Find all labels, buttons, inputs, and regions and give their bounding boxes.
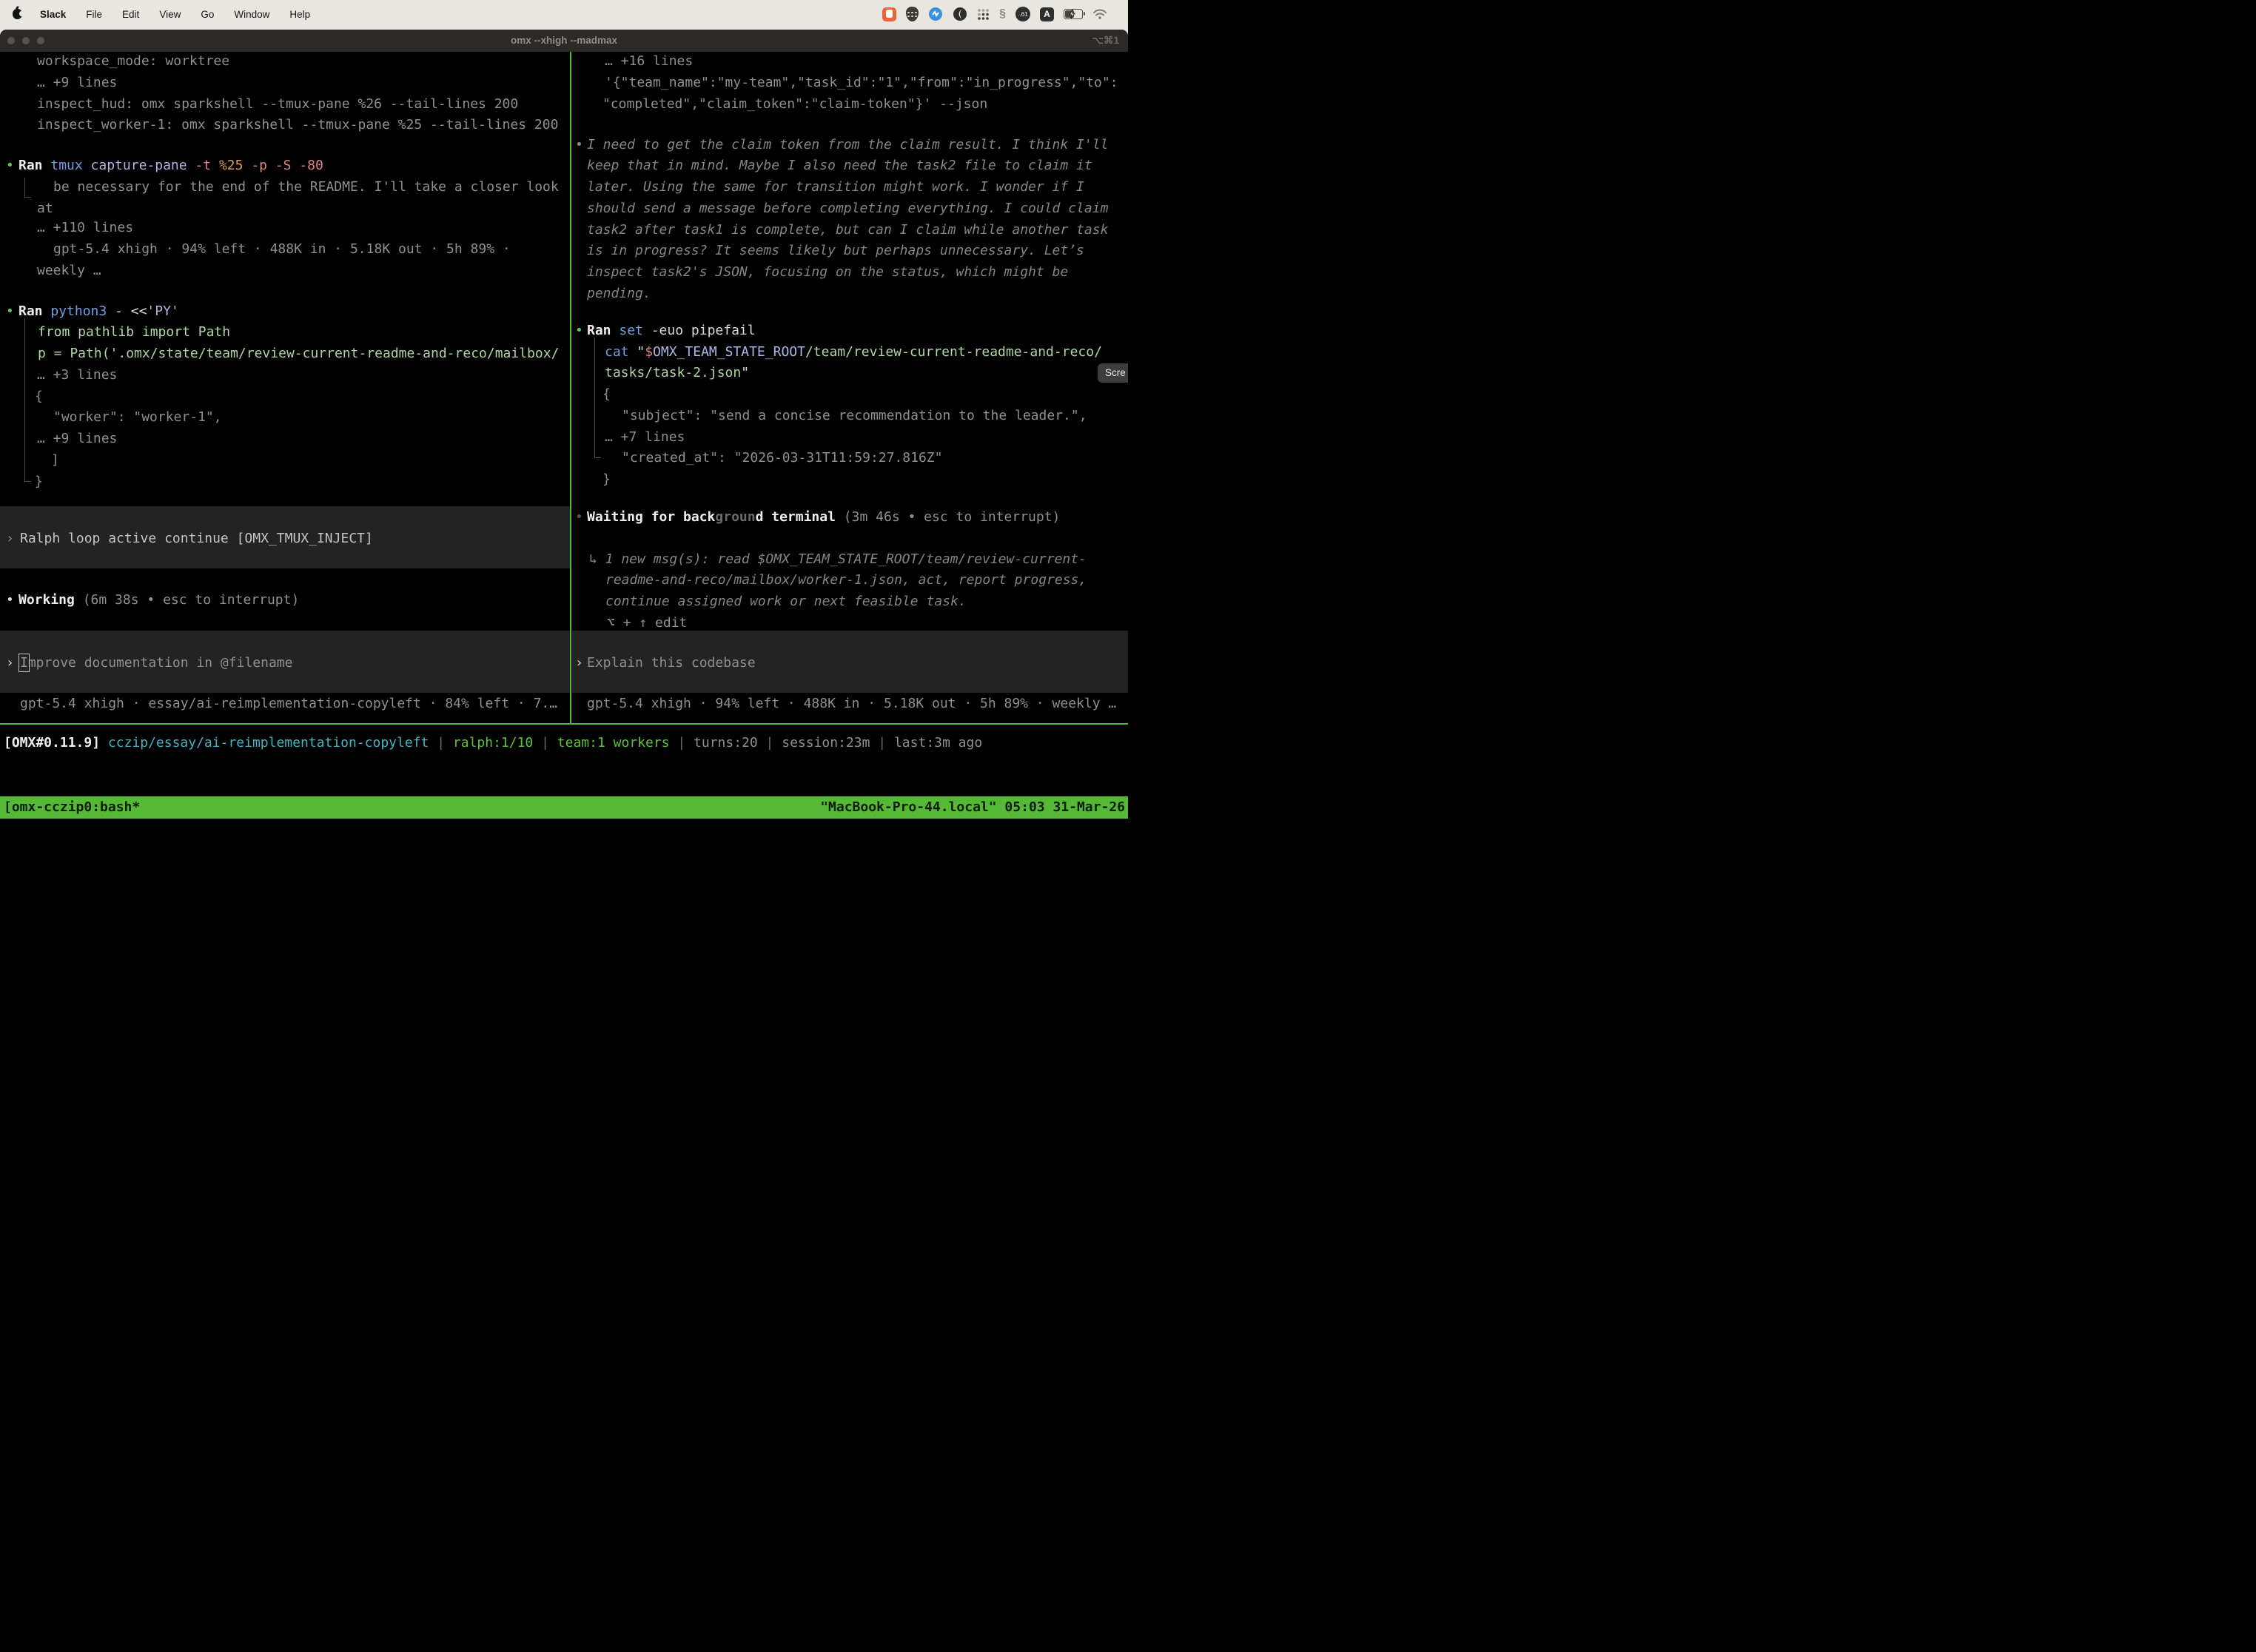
terminal-line: … +9 lines [37,428,117,449]
terminal-line: cat "$OMX_TEAM_STATE_ROOT/team/review-cu… [605,341,1102,363]
sync-badge-icon[interactable] [928,7,943,21]
prompt-chevron: › [575,652,583,674]
pane-status-line: gpt-5.4 xhigh · 94% left · 488K in · 5.1… [587,693,1116,714]
edit-hint: ⌥ + ↑ edit [607,612,687,634]
terminal-line: workspace_mode: worktree [37,52,229,72]
shield-grid-icon[interactable] [906,7,919,21]
apple-menu-icon[interactable] [13,9,22,19]
prompt-chevron: › [6,528,14,549]
bullet: • [6,589,14,611]
window-title: omx --xhigh --madmax [0,30,1128,52]
terminal-line: "subject": "send a concise recommendatio… [622,405,1087,426]
thinking-text: should send a message before completing … [587,198,1108,219]
prompt-chevron: › [6,652,14,674]
thinking-text: pending. [587,283,651,304]
omx-status-line: [OMX#0.11.9] cczip/essay/ai-reimplementa… [4,732,982,753]
bullet: • [575,134,583,155]
waiting-status: Waiting for background terminal (3m 46s … [587,506,1060,528]
terminal-line: '{"team_name":"my-team","task_id":"1","f… [605,72,1118,93]
terminal-line: { [602,383,611,405]
thinking-text: task2 after task1 is complete, but can I… [587,219,1108,241]
terminal-line: "worker": "worker-1", [53,406,222,428]
pane-status-line: gpt-5.4 xhigh · essay/ai-reimplementatio… [20,693,557,714]
menu-status-icons: § ..61 A [882,0,1107,28]
count-badge-icon[interactable]: ..61 [1015,7,1030,21]
terminal-line: gpt-5.4 xhigh · 94% left · 488K in · 5.1… [53,238,511,260]
bullet: • [6,155,14,176]
thinking-text: I need to get the claim token from the c… [587,134,1108,155]
menu-item-slack[interactable]: Slack [40,9,66,20]
menu-bar: Slack File Edit View Go Window Help § ..61 A [0,0,1128,28]
notch-app-icon[interactable] [953,7,967,21]
terminal-line: … +110 lines [37,217,133,238]
terminal-window: omx --xhigh --madmax ⌥⌘1 workspace_mode:… [0,30,1128,826]
terminal-line: } [35,471,43,492]
pane-divider[interactable] [570,52,571,725]
terminal-line: be necessary for the end of the README. … [53,176,559,198]
terminal-line: inspect_hud: omx sparkshell --tmux-pane … [37,93,518,115]
terminal-line: tasks/task-2.json" [605,362,749,383]
window-titlebar[interactable]: omx --xhigh --madmax ⌥⌘1 [0,30,1128,52]
tmux-status-bar: [omx-cczip0:bash* "MacBook-Pro-44.local"… [0,796,1128,819]
terminal-line: readme-and-reco/mailbox/worker-1.json, a… [605,569,1087,591]
terminal-line: weekly … [37,260,101,281]
terminal-line: } [602,469,611,490]
input-source-icon[interactable]: A [1040,7,1054,21]
command-line: Ran python3 - <<'PY' [19,300,179,322]
menu-item-window[interactable]: Window [234,9,269,20]
battery-icon[interactable] [1064,9,1083,19]
working-status: Working (6m 38s • esc to interrupt) [19,589,299,611]
terminal-line: "created_at": "2026-03-31T11:59:27.816Z" [622,447,942,469]
terminal-line: … +7 lines [605,426,685,448]
command-line: Ran tmux capture-pane -t %25 -p -S -80 [19,155,323,176]
terminal-line: from pathlib import Path [38,321,230,343]
menu-item-help[interactable]: Help [289,9,310,20]
screen-tooltip: Scre [1098,363,1128,383]
menu-items: Slack File Edit View Go Window Help [40,9,310,20]
terminal-line: continue assigned work or next feasible … [605,591,967,612]
input-placeholder[interactable]: Improve documentation in @filename [20,652,292,674]
terminal-line: inspect_worker-1: omx sparkshell --tmux-… [37,114,558,135]
squiggle-icon[interactable]: § [999,7,1006,21]
window-shortcut: ⌥⌘1 [1092,30,1119,52]
left-terminal-pane[interactable]: workspace_mode: worktree… +9 linesinspec… [0,52,570,723]
tmux-host-clock: "MacBook-Pro-44.local" 05:03 31-Mar-26 [820,796,1125,819]
bullet: • [6,300,14,322]
ralph-status-line: Ralph loop active continue [OMX_TMUX_INJ… [20,528,373,549]
menu-item-view[interactable]: View [159,9,181,20]
terminal-line: … +3 lines [37,364,117,386]
wifi-icon[interactable] [1092,8,1107,20]
thinking-text: is in progress? It seems likely but perh… [587,240,1084,261]
thinking-text: later. Using the same for transition mig… [587,176,1084,198]
terminal-line: … +9 lines [37,72,117,93]
pane-bottom-border [0,723,1128,725]
chat-app-icon[interactable] [882,7,896,21]
dots-grid-icon[interactable] [977,8,990,21]
menu-item-go[interactable]: Go [201,9,214,20]
terminal-line: at [37,198,53,219]
terminal-line: … +16 lines [605,52,693,72]
terminal-line: p = Path('.omx/state/team/review-current… [38,343,559,364]
tmux-session-label: [omx-cczip0:bash* [4,796,140,819]
terminal-line: ↳ 1 new msg(s): read $OMX_TEAM_STATE_ROO… [589,548,1087,570]
input-placeholder[interactable]: Explain this codebase [587,652,756,674]
terminal-line: "completed","claim_token":"claim-token"}… [602,93,987,115]
menu-item-edit[interactable]: Edit [122,9,139,20]
bullet: • [575,506,583,528]
terminal-line: ] [51,449,59,471]
bullet: • [575,320,583,341]
command-line: Ran set -euo pipefail [587,320,756,341]
thinking-text: keep that in mind. Maybe I also need the… [587,155,1092,176]
menu-item-file[interactable]: File [86,9,102,20]
thinking-text: inspect task2's JSON, focusing on the st… [587,261,1068,283]
terminal-line: { [35,386,43,407]
right-terminal-pane[interactable]: … +16 lines'{"team_name":"my-team","task… [572,52,1128,723]
screen: Slack File Edit View Go Window Help § ..61 A [0,0,1128,826]
